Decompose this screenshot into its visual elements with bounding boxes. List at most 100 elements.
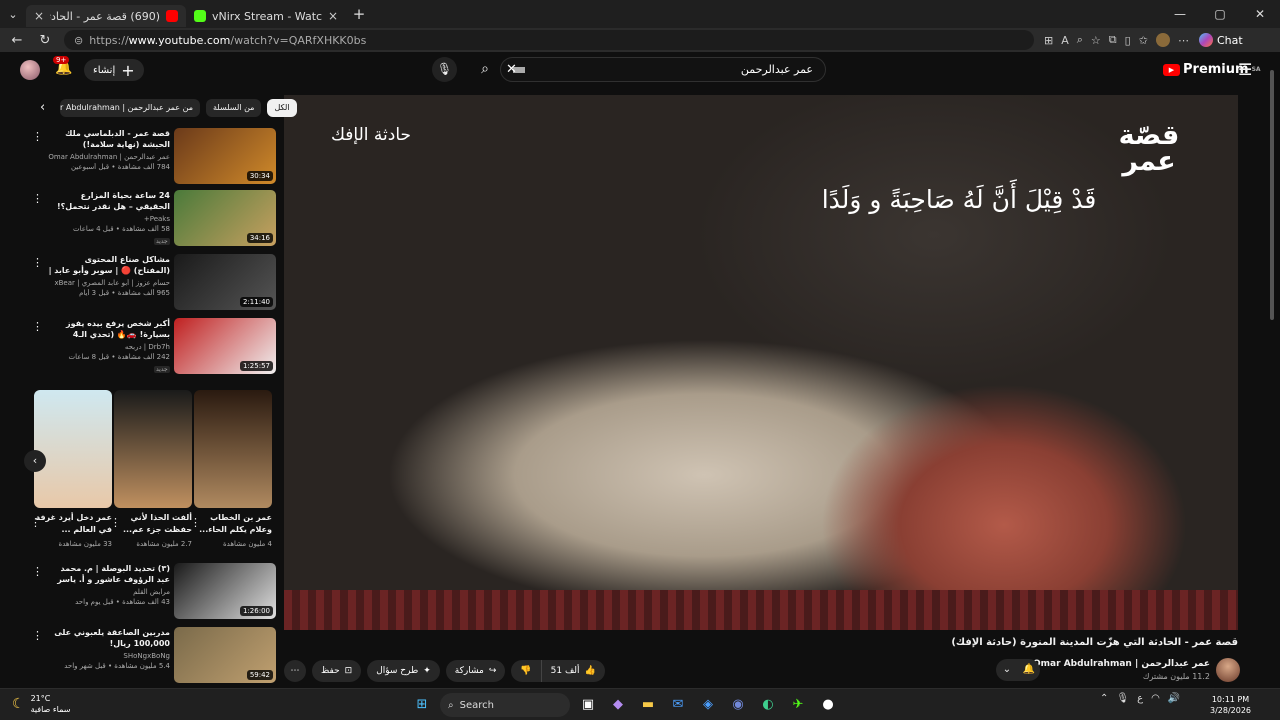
related-video-item[interactable]: 59:42 مدربين الصاعقة يلعبوني على 100,000 … — [30, 627, 276, 685]
chip-channel[interactable]: من عمر عبدالرحمن | Omar Abdulrahman — [60, 99, 200, 117]
related-video-channel[interactable]: Peaks+ — [48, 215, 170, 223]
dislike-button[interactable]: 👎 — [511, 660, 542, 682]
short-item[interactable]: ألفت الحذا لأني حفظت جزء عم... 2.7 مليون … — [110, 388, 192, 558]
short-item[interactable]: عمر بن الخطاب وعلام يكلم الحاء... 4 مليون… — [190, 388, 272, 558]
search-input[interactable]: عمر عبدالرحمن — [500, 57, 826, 82]
file-explorer-icon[interactable]: ▬ — [636, 693, 660, 717]
task-view-icon[interactable]: ▣ — [576, 693, 600, 717]
short-thumbnail[interactable] — [114, 390, 192, 508]
short-title[interactable]: عمر دخل أيرد غرفة في العالم ... — [34, 512, 112, 536]
wifi-icon[interactable]: ◠ — [1151, 693, 1160, 704]
video-thumbnail[interactable]: 59:42 — [174, 627, 276, 683]
weather-widget[interactable]: ☾ 21°C سماء صافية — [12, 693, 70, 715]
like-button[interactable]: 51 ألف 👍 — [541, 660, 605, 682]
refresh-icon[interactable]: ↻ — [36, 33, 54, 48]
share-button[interactable]: مشاركة ↪ — [445, 660, 506, 682]
related-video-title[interactable]: مدربين الصاعقة يلعبوني على 100,000 ريال! — [48, 627, 170, 649]
channel-avatar[interactable] — [1216, 658, 1240, 682]
video-thumbnail[interactable]: 1:25:57 — [174, 318, 276, 374]
related-video-item[interactable]: 1:25:57 أكبر شخص يرفع بيده يفوز بسيارة! 🚗… — [30, 318, 276, 376]
short-item[interactable]: عمر دخل أيرد غرفة في العالم ... 33 مليون … — [30, 388, 112, 558]
split-screen-icon[interactable]: ▯ — [1125, 34, 1131, 47]
store-icon[interactable]: ◈ — [696, 693, 720, 717]
related-video-item[interactable]: 34:16 24 ساعة بحياة المزارع الحقيقي – هل … — [30, 190, 276, 248]
short-thumbnail[interactable] — [34, 390, 112, 508]
scrollbar-thumb[interactable] — [1270, 70, 1274, 320]
tab-kick[interactable]: vNirx Stream - Watch Live on Kick × — [186, 5, 346, 27]
close-tab-icon[interactable]: × — [34, 9, 44, 23]
related-video-title[interactable]: 24 ساعة بحياة المزارع الحقيقي – هل نقدر … — [48, 190, 170, 212]
more-options-icon[interactable]: ⋮ — [32, 320, 43, 333]
more-options-icon[interactable]: ⋮ — [32, 256, 43, 269]
related-video-title[interactable]: مشاكل صناع المحتوى (المفتاح) 🔴 | سوبر وأ… — [48, 254, 170, 276]
taskbar-search[interactable]: ⌕ Search — [440, 693, 570, 717]
related-video-channel[interactable]: Drb7h | دربحه — [48, 343, 170, 351]
app-available-icon[interactable]: ⊞ — [1044, 34, 1053, 47]
hamburger-menu-icon[interactable]: ☰ — [1238, 60, 1252, 79]
more-options-icon[interactable]: ⋮ — [32, 130, 43, 143]
discord-icon[interactable]: ◉ — [726, 693, 750, 717]
copilot-button[interactable]: Chat — [1198, 33, 1243, 47]
video-thumbnail[interactable]: 34:16 — [174, 190, 276, 246]
video-thumbnail[interactable]: 1:26:00 — [174, 563, 276, 619]
related-video-item[interactable]: 2:11:40 مشاكل صناع المحتوى (المفتاح) 🔴 | … — [30, 254, 276, 312]
translate-icon[interactable]: A — [1061, 34, 1069, 47]
ask-button[interactable]: طرح سؤال ✦ — [367, 660, 440, 682]
shorts-left-arrow-icon[interactable]: ‹ — [24, 450, 46, 472]
back-icon[interactable]: ← — [8, 33, 26, 48]
extensions-icon[interactable]: ⧉ — [1109, 33, 1117, 47]
new-tab-button[interactable]: + — [346, 5, 372, 23]
related-video-title[interactable]: (٣) تحديد البوصلة | م. محمد عبد الرؤوف ع… — [48, 563, 170, 585]
video-player[interactable]: قصّة عمر قَدْ قِيْلَ أَنَّ لَهُ صَاحِبَة… — [284, 95, 1238, 630]
related-video-channel[interactable]: عمر عبدالرحمن | Omar Abdulrahman — [48, 153, 170, 161]
more-options-icon[interactable]: ⋮ — [30, 516, 41, 529]
windows-start-icon[interactable]: ⊞ — [410, 693, 434, 717]
clear-search-icon[interactable]: ✕ — [506, 57, 522, 82]
obs-icon[interactable]: ● — [816, 693, 840, 717]
more-actions-button[interactable]: ⋯ — [284, 660, 306, 682]
short-title[interactable]: عمر بن الخطاب وعلام يكلم الحاء... — [194, 512, 272, 536]
site-info-icon[interactable]: ⊜ — [74, 34, 83, 47]
page-scrollbar[interactable] — [1270, 60, 1276, 660]
related-video-item[interactable]: 30:34 قصة عمر - الدبلماسي ملك الحبشة (نها… — [30, 128, 276, 186]
chip-all[interactable]: الكل — [267, 99, 297, 117]
close-tab-icon[interactable]: × — [328, 9, 338, 23]
maximize-button[interactable]: ▢ — [1200, 0, 1240, 28]
tab-youtube[interactable]: (690) قصة عمر - الحادثة التي هزّت × — [26, 5, 186, 27]
taskbar-clock[interactable]: 10:11 PM 3/28/2026 — [1210, 694, 1251, 716]
language-indicator[interactable]: ع — [1137, 693, 1143, 704]
edge-icon[interactable]: ◐ — [756, 693, 780, 717]
chips-left-arrow-icon[interactable]: ‹ — [40, 100, 45, 115]
notifications-bell-icon[interactable]: 🔔 9+ — [53, 56, 72, 76]
short-thumbnail[interactable] — [194, 390, 272, 508]
tray-chevron-icon[interactable]: ⌃ — [1100, 693, 1108, 704]
favorite-star-icon[interactable]: ☆ — [1091, 34, 1101, 47]
subscribed-button[interactable]: ⌄ 🔔 — [996, 659, 1040, 681]
close-window-button[interactable]: ✕ — [1240, 0, 1280, 28]
mail-icon[interactable]: ✉ — [666, 693, 690, 717]
more-options-icon[interactable]: ⋮ — [32, 565, 43, 578]
address-bar[interactable]: ⊜ https://www.youtube.com/watch?v=QARfXH… — [64, 30, 1034, 50]
video-thumbnail[interactable]: 30:34 — [174, 128, 276, 184]
game-app-icon[interactable]: ✈ — [786, 693, 810, 717]
favorites-icon[interactable]: ✩ — [1139, 34, 1148, 47]
voice-search-mic-icon[interactable]: 🎙 — [432, 57, 457, 82]
more-options-icon[interactable]: ⋮ — [32, 629, 43, 642]
chip-series[interactable]: من السلسلة — [206, 99, 262, 117]
related-video-channel[interactable]: حسام عزوز | أبو عابد المصري | xBear — [48, 279, 170, 287]
related-video-channel[interactable]: SHoNgxBoNg — [48, 652, 170, 660]
profile-icon[interactable] — [1155, 33, 1170, 47]
video-thumbnail[interactable]: 2:11:40 — [174, 254, 276, 310]
tab-actions-icon[interactable]: ⌄ — [0, 8, 26, 21]
more-options-icon[interactable]: ⋮ — [32, 192, 43, 205]
search-button-icon[interactable]: ⌕ — [468, 57, 502, 82]
volume-icon[interactable]: 🔊 — [1168, 693, 1180, 704]
copilot-app-icon[interactable]: ◆ — [606, 693, 630, 717]
channel-name[interactable]: عمر عبدالرحمن | Omar Abdulrahman ● — [1022, 659, 1210, 669]
related-video-title[interactable]: قصة عمر - الدبلماسي ملك الحبشة (نهاية سل… — [48, 128, 170, 150]
related-video-title[interactable]: أكبر شخص يرفع بيده يفوز بسيارة! 🚗🔥 (تحدي… — [48, 318, 170, 340]
subscribe-bell-icon[interactable]: 🔔 — [1018, 659, 1040, 681]
tray-mic-icon[interactable]: 🎙 — [1116, 693, 1129, 704]
create-button[interactable]: إنشاء + — [84, 59, 144, 81]
account-avatar[interactable] — [20, 60, 40, 80]
